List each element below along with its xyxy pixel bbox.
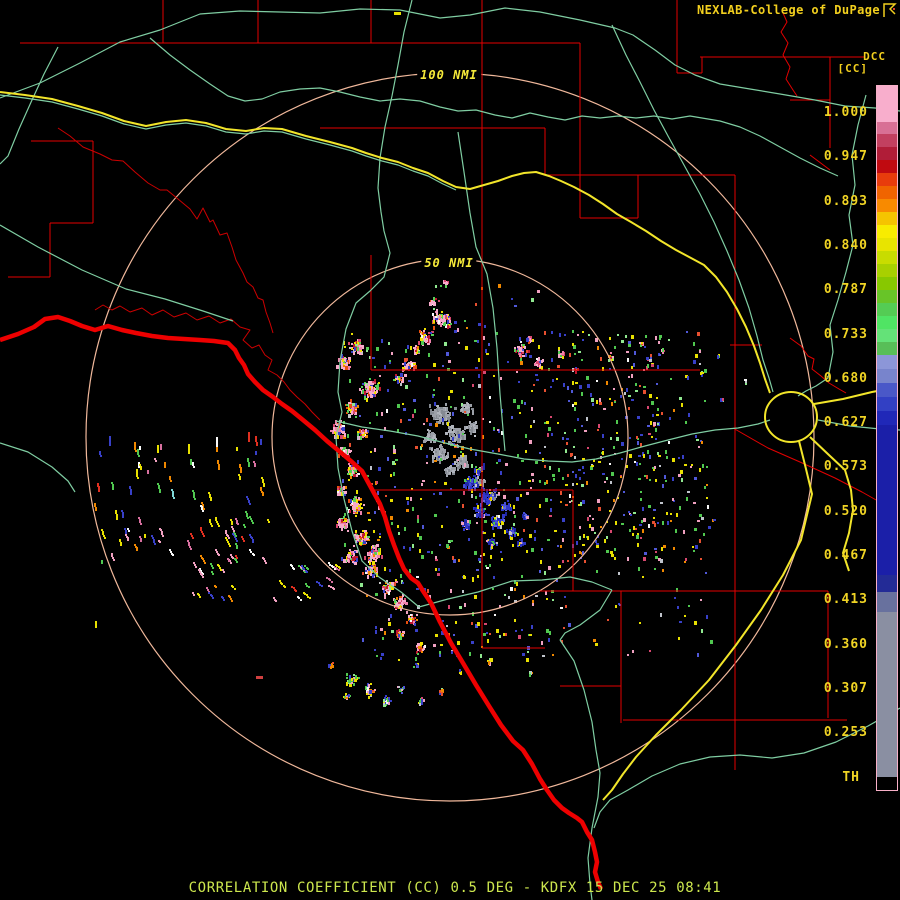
brand-text: NEXLAB-College of DuPage bbox=[697, 3, 880, 17]
product-id: [CC] bbox=[837, 62, 868, 75]
radar-viewport[interactable]: NEXLAB-College of DuPage DCC [CC] 100 NM… bbox=[0, 0, 900, 900]
colorbar-tick-label: 0.253 bbox=[823, 725, 868, 741]
basemap-svg bbox=[0, 0, 900, 900]
colorbar-tick-label: 0.840 bbox=[823, 237, 868, 253]
colorbar-tick-label: 0.733 bbox=[823, 326, 868, 342]
ring-label-100nmi: 100 NMI bbox=[417, 68, 481, 82]
colorbar-tick-label: 0.680 bbox=[823, 370, 868, 386]
colorbar-tick-label: 0.893 bbox=[823, 193, 868, 209]
colorbar-tick-label: 0.360 bbox=[823, 636, 868, 652]
colorbar-tick-label: 0.947 bbox=[823, 149, 868, 165]
colorbar-tick-label: 0.307 bbox=[823, 680, 868, 696]
colorbar-tick-label: 0.787 bbox=[823, 282, 868, 298]
colorbar bbox=[876, 85, 898, 791]
colorbar-tick-label: 0.413 bbox=[823, 592, 868, 608]
colorbar-threshold-label: TH bbox=[842, 770, 860, 785]
colorbar-gradient bbox=[877, 86, 897, 790]
colorbar-tick-label: 0.573 bbox=[823, 459, 868, 475]
product-title: CORRELATION COEFFICIENT (CC) 0.5 DEG - K… bbox=[188, 880, 722, 896]
colorbar-tick-label: 0.520 bbox=[823, 503, 868, 519]
pennant-icon bbox=[883, 3, 897, 17]
colorbar-tick-label: 1.000 bbox=[823, 105, 868, 120]
colorbar-tick-label: 0.467 bbox=[823, 548, 868, 563]
colorbar-tick-label: 0.627 bbox=[823, 415, 868, 431]
ring-label-50nmi: 50 NMI bbox=[421, 256, 477, 270]
